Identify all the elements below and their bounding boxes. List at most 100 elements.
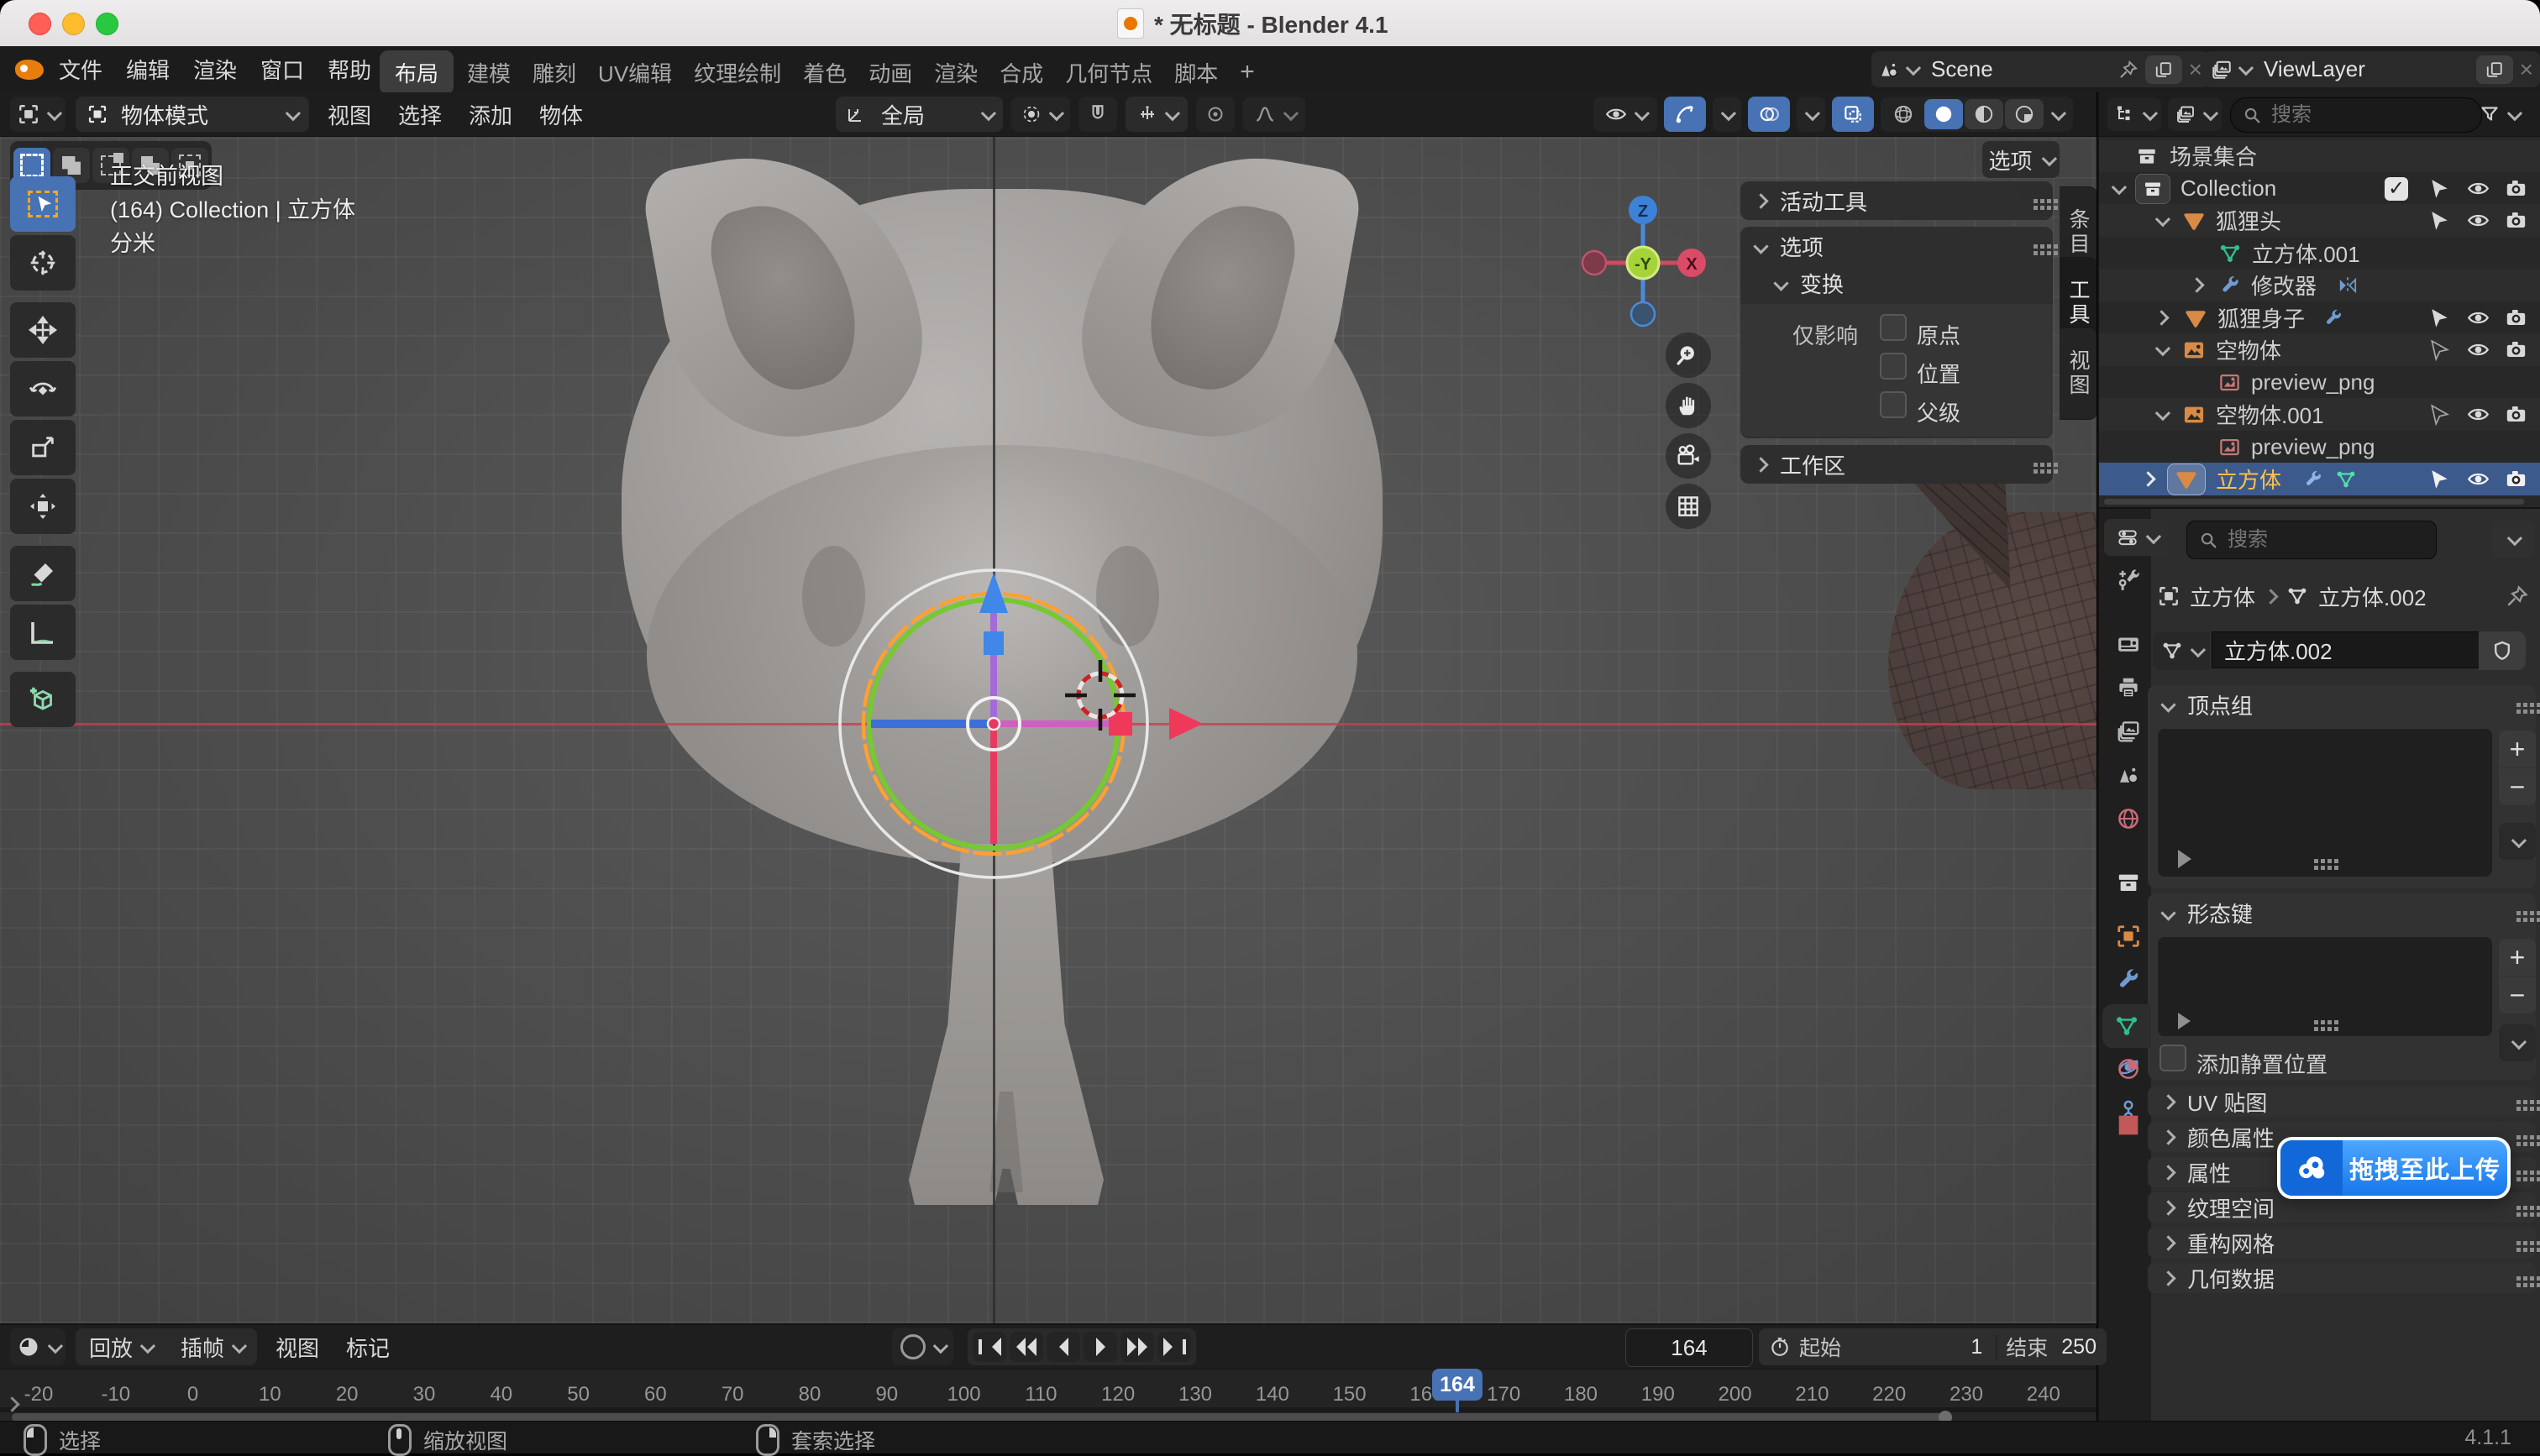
shape-key-specials-button[interactable] xyxy=(2499,1024,2536,1061)
show-overlays-button[interactable] xyxy=(1748,97,1790,132)
npanel-tab-view[interactable]: 视图 xyxy=(2060,327,2097,420)
viewport[interactable]: Z X -Y 物体模式 视图 选择 添加 物体 全局 xyxy=(0,92,2097,1323)
next-keyframe-button[interactable] xyxy=(1120,1332,1154,1362)
row-cube-active[interactable]: 立方体 xyxy=(2099,463,2540,495)
npanel-workspace[interactable]: 工作区 xyxy=(1740,445,2053,484)
tab-object-data-active[interactable] xyxy=(2102,1004,2151,1048)
render-camera-icon[interactable] xyxy=(2505,468,2527,490)
play-button[interactable] xyxy=(1084,1332,1117,1362)
properties-search-input[interactable] xyxy=(2226,527,2372,553)
viewlayer-dropdown-chevron[interactable] xyxy=(2238,60,2254,76)
vertex-groups-list[interactable] xyxy=(2158,729,2492,877)
shading-dropdown[interactable] xyxy=(2051,105,2066,120)
render-camera-icon[interactable] xyxy=(2505,306,2527,329)
collapse-chevron[interactable] xyxy=(1753,457,1768,472)
panel-geometry-data[interactable]: 几何数据 xyxy=(2148,1263,2536,1293)
jump-to-start-button[interactable] xyxy=(973,1332,1006,1362)
hide-eye-icon[interactable] xyxy=(2467,306,2490,329)
toggle-xray-button[interactable] xyxy=(1832,97,1874,132)
workspace-tab-shading[interactable]: 着色 xyxy=(795,52,855,93)
expand-chevron[interactable] xyxy=(2155,341,2170,356)
upload-drop-button[interactable]: 拖拽至此上传 xyxy=(2277,1137,2511,1199)
scene-copy-button[interactable] xyxy=(2145,55,2182,84)
workspace-tab-compositing[interactable]: 合成 xyxy=(991,52,1052,93)
row-empty001[interactable]: 空物体.001 xyxy=(2099,398,2540,431)
outliner-hscrollbar[interactable] xyxy=(2104,499,2524,505)
shape-key-add-button[interactable]: + xyxy=(2499,939,2536,976)
vertex-group-add-button[interactable]: + xyxy=(2499,731,2536,767)
panel-uv-maps[interactable]: UV 贴图 xyxy=(2148,1087,2536,1117)
viewlayer-remove-icon[interactable]: × xyxy=(2520,56,2533,83)
timeline-editor-type-button[interactable] xyxy=(10,1328,66,1365)
vertex-group-specials-button[interactable] xyxy=(2499,823,2536,860)
collapse-chevron[interactable] xyxy=(1753,238,1768,254)
panel-remesh[interactable]: 重构网格 xyxy=(2148,1228,2536,1258)
workspace-tab-geonodes[interactable]: 几何节点 xyxy=(1057,52,1161,93)
hide-eye-icon[interactable] xyxy=(2467,468,2490,490)
tool-transform[interactable] xyxy=(10,479,76,534)
drag-grip-icon[interactable] xyxy=(2516,911,2521,915)
collapse-chevron[interactable] xyxy=(2160,905,2175,920)
tool-cursor[interactable] xyxy=(10,235,76,291)
transform-orientation-selector[interactable]: 全局 xyxy=(836,97,1003,132)
shading-solid-button[interactable] xyxy=(1924,99,1963,129)
mirror-modifier-icon[interactable] xyxy=(2337,275,2359,296)
row-scene-collection[interactable]: 场景集合 xyxy=(2099,139,2540,172)
modifier-wrench-icon[interactable] xyxy=(2323,308,2343,328)
tab-render[interactable] xyxy=(2116,631,2141,657)
snap-settings-button[interactable] xyxy=(1126,97,1188,132)
hide-eye-icon[interactable] xyxy=(2467,338,2490,361)
viewlayer-icon[interactable] xyxy=(2211,59,2233,81)
render-camera-icon[interactable] xyxy=(2505,403,2527,426)
expand-chevron[interactable] xyxy=(2189,277,2204,292)
row-empty[interactable]: 空物体 xyxy=(2099,333,2540,366)
row-fox-body[interactable]: 狐狸身子 xyxy=(2099,301,2540,334)
tool-rotate[interactable] xyxy=(10,361,76,416)
play-reverse-button[interactable] xyxy=(1047,1332,1080,1362)
selectable-icon[interactable] xyxy=(2428,404,2450,426)
tab-collection[interactable] xyxy=(2116,870,2141,895)
drag-grip-icon[interactable] xyxy=(2034,244,2038,249)
viewport-menu-add[interactable]: 添加 xyxy=(460,94,521,135)
locations-checkbox[interactable] xyxy=(1880,353,1907,380)
outliner-display-mode-button[interactable] xyxy=(2168,97,2222,131)
row-cube001[interactable]: 立方体.001 xyxy=(2099,237,2540,270)
pin-icon[interactable] xyxy=(2118,60,2139,80)
expand-chevron[interactable] xyxy=(2155,212,2170,227)
editor-type-button[interactable] xyxy=(10,97,66,132)
hide-eye-icon[interactable] xyxy=(2467,403,2490,426)
viewport-menu-view[interactable]: 视图 xyxy=(319,94,380,135)
proportional-falloff-button[interactable] xyxy=(1243,97,1305,132)
selectable-icon[interactable] xyxy=(2428,178,2450,200)
ortho-toggle-button[interactable] xyxy=(1666,484,1711,529)
zoom-view-button[interactable] xyxy=(1666,333,1711,378)
selectable-icon[interactable] xyxy=(2428,469,2450,490)
tab-world[interactable] xyxy=(2116,806,2141,831)
workspace-tab-rendering[interactable]: 渲染 xyxy=(926,52,986,93)
vertex-group-remove-button[interactable]: − xyxy=(2499,768,2536,805)
selectable-icon[interactable] xyxy=(2428,307,2450,329)
hide-eye-icon[interactable] xyxy=(2467,177,2490,200)
outliner-search-input[interactable] xyxy=(2270,102,2424,128)
blender-logo-icon[interactable] xyxy=(15,60,44,80)
properties-search-box[interactable] xyxy=(2186,521,2437,559)
pivot-point-button[interactable] xyxy=(1011,97,1070,132)
add-rest-position-checkbox[interactable] xyxy=(2160,1045,2186,1071)
workspace-tab-uv[interactable]: UV编辑 xyxy=(590,52,680,93)
npanel-active-tool[interactable]: 活动工具 xyxy=(1740,181,2053,220)
viewport-options-button[interactable]: 选项 xyxy=(1982,141,2060,178)
scene-dropdown-chevron[interactable] xyxy=(1906,60,1921,76)
tool-measure[interactable] xyxy=(10,605,76,660)
properties-editor-type-button[interactable] xyxy=(2104,519,2170,556)
hide-eye-icon[interactable] xyxy=(2467,209,2490,232)
tool-move[interactable] xyxy=(10,302,76,358)
scene-unlink-icon[interactable]: × xyxy=(2189,56,2202,83)
outliner-editor-type-button[interactable] xyxy=(2107,97,2161,131)
prev-keyframe-button[interactable] xyxy=(1010,1332,1043,1362)
expand-chevron[interactable] xyxy=(2155,406,2170,421)
shape-keys-list[interactable] xyxy=(2158,937,2492,1036)
properties-options-dropdown[interactable] xyxy=(2492,521,2534,558)
start-frame-value[interactable]: 1 xyxy=(1850,1335,1997,1359)
drag-grip-icon[interactable] xyxy=(2034,463,2038,467)
fake-user-shield-button[interactable] xyxy=(2479,631,2526,670)
